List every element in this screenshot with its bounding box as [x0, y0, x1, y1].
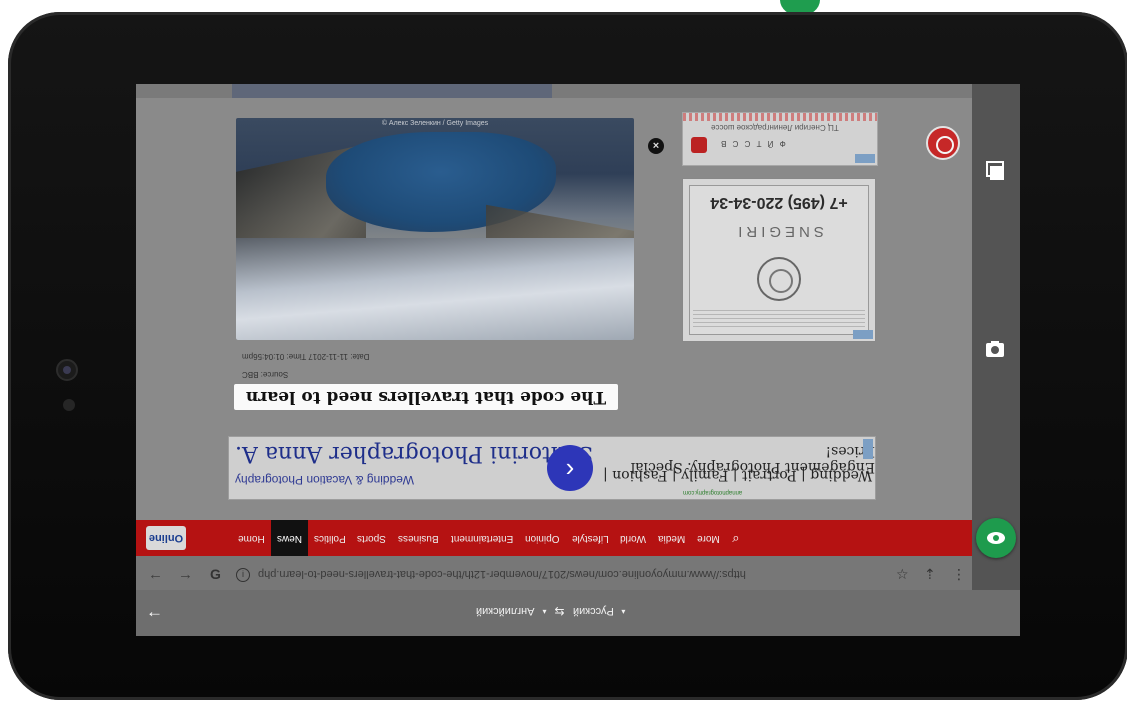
tablet-screen: © Алекс Зеленкин / Getty Images × ТЦ Сне… — [136, 84, 1020, 636]
top-cropped-caption — [0, 0, 740, 12]
ad-banner-subtitle: Wedding & Vacation Photography — [235, 473, 415, 487]
site-logo[interactable]: Online — [146, 526, 186, 550]
nav-item-opinion[interactable]: Opinion — [519, 520, 565, 556]
nav-item-more[interactable]: More — [691, 520, 726, 556]
ad-banner-domain: annaphotography.com — [683, 489, 743, 495]
translated-headline[interactable]: The code that travellers need to learn — [234, 384, 618, 410]
search-icon[interactable]: ⌕ — [726, 530, 745, 546]
eye-icon[interactable] — [976, 518, 1016, 558]
page-top-strip — [232, 84, 552, 98]
red-badge-icon[interactable] — [926, 126, 960, 160]
ad-banner-line2: Engagement Photography. Special Prices! — [630, 443, 875, 475]
forward-arrow-icon[interactable]: → — [178, 566, 193, 583]
nav-item-lifestyle[interactable]: Lifestyle — [566, 520, 615, 556]
photo-source: Source: BBC — [242, 370, 289, 379]
nav-item-politics[interactable]: Politics — [308, 520, 352, 556]
swap-icon[interactable]: ⇆ — [555, 604, 565, 618]
ad-choices-icon[interactable] — [853, 330, 873, 339]
ad-choices-icon[interactable] — [855, 154, 875, 163]
ad-emblem-icon — [757, 257, 801, 301]
google-icon[interactable]: G — [210, 566, 221, 582]
gallery-icon[interactable] — [984, 160, 1006, 182]
ad-banner[interactable]: Santorini Photographer Anna A. Wedding &… — [228, 436, 876, 500]
download-icon[interactable]: ⇡ — [924, 566, 936, 583]
chevron-down-icon[interactable]: ▾ — [621, 607, 625, 616]
headline-text: The code that travellers need to learn — [245, 387, 607, 407]
nav-item-media[interactable]: Media — [652, 520, 691, 556]
site-navbar: Online Home News Politics Sports Business Ent… — [136, 520, 972, 556]
chevron-right-icon[interactable]: › — [547, 445, 593, 491]
ad-top-line2: Ф Й Т С С В — [719, 139, 786, 148]
web-page: © Алекс Зеленкин / Getty Images × ТЦ Сне… — [136, 84, 972, 604]
translator-side-panel — [972, 84, 1020, 590]
target-language[interactable]: Русский — [573, 605, 614, 617]
ad-banner-title: Santorini Photographer Anna A. — [235, 441, 594, 466]
back-arrow-icon[interactable]: ← — [148, 566, 163, 583]
back-arrow-icon[interactable]: ← — [146, 602, 163, 622]
more-vert-icon[interactable]: ⋮ — [952, 566, 966, 583]
nav-item-entertainment[interactable]: Entertainment — [445, 520, 519, 556]
nav-item-sports[interactable]: Sports — [351, 520, 392, 556]
ad-snegiri[interactable]: +7 (495) 220-34-34 SNEGIRI — [682, 178, 876, 342]
ad-choices-icon[interactable] — [863, 439, 873, 459]
photo-caption: © Алекс Зеленкин / Getty Images — [381, 120, 489, 127]
ad-phone: +7 (495) 220-34-34 — [710, 194, 848, 211]
ad-top[interactable]: ТЦ Снегири Ленинградское шоссе Ф Й Т С С… — [682, 112, 878, 166]
camera-icon[interactable] — [984, 338, 1006, 360]
source-language[interactable]: Английский — [476, 605, 535, 617]
photo-date: Date: 11-11-2017 Time: 01:04:56pm — [242, 352, 370, 361]
chevron-down-icon[interactable]: ▾ — [543, 607, 547, 616]
ad-brand: SNEGIRI — [734, 223, 824, 240]
nav-item-news[interactable]: News — [270, 520, 308, 556]
bookmark-star-icon[interactable]: ☆ — [896, 566, 909, 583]
language-selector: Английский ▾ ⇆ Русский ▾ — [476, 604, 625, 618]
nav-item-world[interactable]: World — [614, 520, 652, 556]
close-icon[interactable]: × — [648, 138, 664, 154]
sensor — [63, 399, 75, 411]
info-icon[interactable]: i — [236, 568, 250, 582]
url-text[interactable]: https://www.mmyoyonline.com/news/2017/no… — [258, 568, 746, 580]
nav-item-business[interactable]: Business — [392, 520, 445, 556]
ad-top-line1: ТЦ Снегири Ленинградское шоссе — [711, 123, 839, 132]
article-photo[interactable]: © Алекс Зеленкин / Getty Images — [236, 118, 634, 340]
translator-bottom-bar: ← Английский ▾ ⇆ Русский ▾ — [136, 590, 1020, 636]
nav-item-home[interactable]: Home — [232, 520, 271, 556]
ad-logo — [691, 137, 707, 153]
nav-menu: Home News Politics Sports Business Entertainm… — [232, 520, 746, 556]
front-camera — [56, 359, 78, 381]
